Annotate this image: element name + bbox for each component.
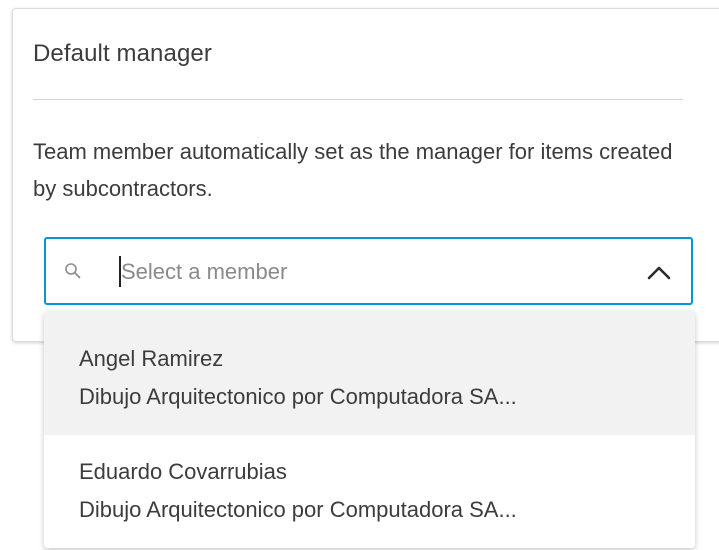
member-select[interactable] [44, 237, 693, 305]
screen: Default manager Team member automaticall… [0, 0, 719, 550]
member-search-input[interactable] [121, 253, 601, 291]
card-description: Team member automatically set as the man… [33, 139, 673, 201]
member-option[interactable]: Eduardo Covarrubias Dibujo Arquitectonic… [44, 435, 695, 548]
card-title: Default manager [33, 40, 212, 67]
member-dropdown-list: Angel Ramirez Dibujo Arquitectonico por … [44, 311, 695, 548]
member-name: Eduardo Covarrubias [79, 459, 287, 484]
chevron-up-icon[interactable] [646, 263, 672, 281]
member-option[interactable]: Angel Ramirez Dibujo Arquitectonico por … [44, 311, 695, 435]
member-name: Angel Ramirez [79, 346, 224, 371]
divider [33, 99, 683, 100]
member-company: Dibujo Arquitectonico por Computadora SA… [79, 497, 517, 522]
search-icon [65, 263, 81, 279]
member-company: Dibujo Arquitectonico por Computadora SA… [79, 384, 517, 409]
